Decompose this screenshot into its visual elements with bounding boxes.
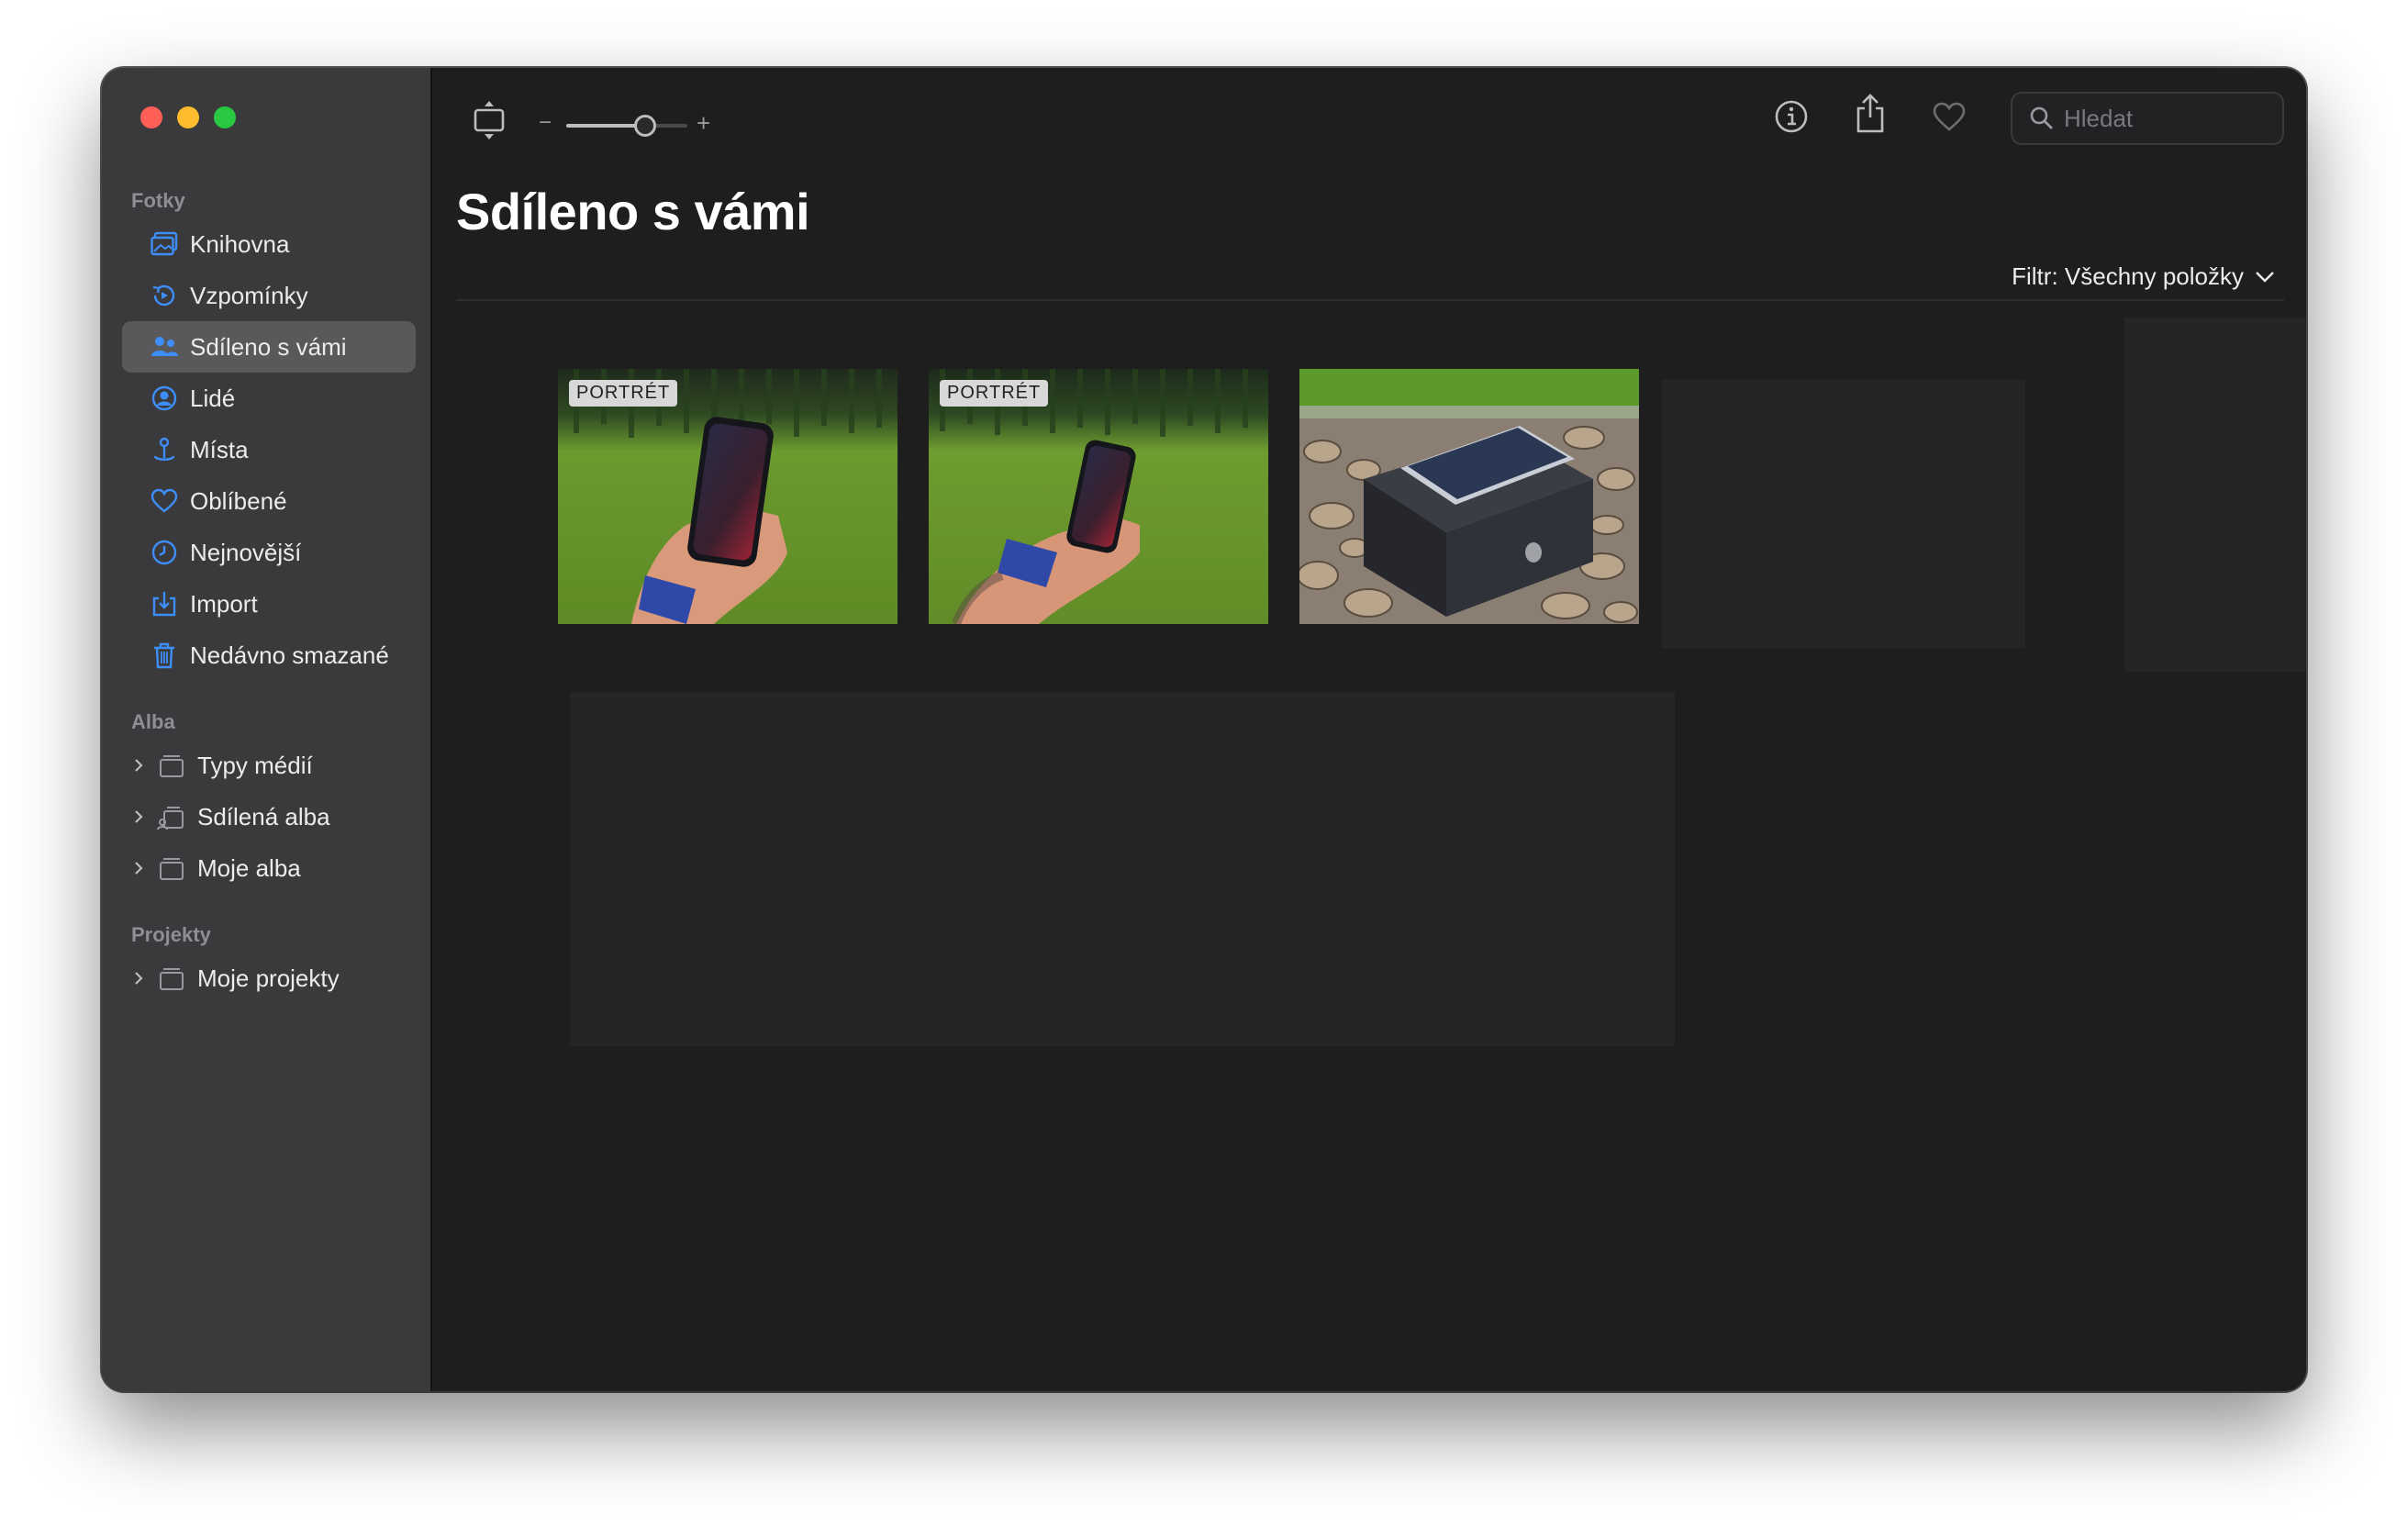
shared-people-icon	[150, 332, 179, 362]
portrait-badge: PORTRÉT	[940, 380, 1049, 407]
chevron-down-icon	[2256, 271, 2274, 283]
sidebar: Fotky Knihovna Vzpomínky Sdíleno s vámi …	[102, 68, 432, 1391]
sidebar-item-library[interactable]: Knihovna	[122, 218, 416, 270]
sidebar-item-recently-deleted[interactable]: Nedávno smazané	[122, 630, 416, 681]
photo-thumbnail[interactable]: PORTRÉT	[558, 369, 897, 624]
window-controls	[140, 106, 236, 128]
main-content: − + Sd	[434, 68, 2306, 1391]
photo-thumbnail[interactable]	[1299, 369, 1639, 624]
sidebar-item-favorites[interactable]: Oblíbené	[122, 475, 416, 527]
shared-album-icon	[157, 807, 184, 830]
sidebar-item-label: Lidé	[190, 384, 236, 412]
photo-thumbnail[interactable]: PORTRÉT	[929, 369, 1268, 624]
sidebar-item-label: Nejnovější	[190, 538, 302, 566]
share-icon[interactable]	[1855, 94, 1886, 134]
loading-placeholder	[570, 692, 1675, 1046]
loading-placeholder	[2124, 318, 2306, 672]
sidebar-item-label: Místa	[190, 435, 249, 463]
header-divider	[456, 299, 2284, 301]
sidebar-item-label: Oblíbené	[190, 486, 287, 515]
chevron-right-icon[interactable]	[129, 756, 148, 775]
sidebar-item-label: Vzpomínky	[190, 281, 308, 309]
section-label-albums: Alba	[131, 710, 175, 733]
minimize-button[interactable]	[177, 106, 199, 128]
sidebar-item-memories[interactable]: Vzpomínky	[122, 270, 416, 321]
zoom-button[interactable]	[214, 106, 236, 128]
sidebar-item-people[interactable]: Lidé	[122, 373, 416, 424]
sidebar-item-shared-albums[interactable]: Sdílená alba	[122, 791, 416, 842]
chevron-right-icon[interactable]	[129, 808, 148, 826]
close-button[interactable]	[140, 106, 162, 128]
sidebar-item-label: Moje projekty	[197, 964, 340, 992]
sidebar-item-label: Sdíleno s vámi	[190, 332, 347, 361]
sidebar-item-recents[interactable]: Nejnovější	[122, 527, 416, 578]
sidebar-item-label: Nedávno smazané	[190, 641, 389, 669]
sidebar-item-media-types[interactable]: Typy médií	[122, 740, 416, 791]
section-label-photos: Fotky	[131, 189, 185, 212]
page-title: Sdíleno s vámi	[456, 183, 810, 240]
favorite-heart-icon[interactable]	[1932, 101, 1967, 132]
zoom-slider-fill	[566, 124, 645, 128]
sidebar-item-label: Sdílená alba	[197, 802, 330, 830]
photo-library-icon	[150, 229, 179, 259]
sidebar-item-label: Knihovna	[190, 229, 290, 258]
portrait-badge: PORTRÉT	[569, 380, 678, 407]
map-pin-icon	[150, 435, 179, 464]
zoom-slider-knob[interactable]	[633, 115, 656, 137]
sidebar-item-my-albums[interactable]: Moje alba	[122, 842, 416, 894]
heart-icon	[150, 486, 179, 516]
sidebar-item-places[interactable]: Místa	[122, 424, 416, 475]
photo-phone-in-hand-image	[558, 369, 897, 624]
person-icon	[150, 384, 179, 413]
sidebar-item-import[interactable]: Import	[122, 578, 416, 630]
sidebar-item-label: Import	[190, 589, 258, 618]
zoom-slider[interactable]: − +	[539, 109, 713, 139]
filter-label: Filtr: Všechny položky	[2012, 262, 2244, 290]
zoom-out-label[interactable]: −	[539, 110, 552, 136]
album-stack-icon	[160, 858, 184, 880]
sidebar-item-label: Typy médií	[197, 751, 313, 779]
clock-icon	[150, 538, 179, 567]
filter-dropdown[interactable]: Filtr: Všechny položky	[2012, 262, 2275, 291]
sidebar-item-label: Moje alba	[197, 853, 301, 882]
project-stack-icon	[160, 968, 184, 990]
search-input[interactable]	[2064, 104, 2266, 133]
album-stack-icon	[160, 755, 184, 777]
sidebar-item-my-projects[interactable]: Moje projekty	[122, 953, 416, 1004]
search-icon	[2030, 106, 2053, 129]
loading-placeholder	[1662, 380, 2025, 648]
zoom-in-label[interactable]: +	[697, 109, 710, 138]
chevron-right-icon[interactable]	[129, 969, 148, 987]
info-icon[interactable]	[1774, 99, 1809, 134]
section-label-projects: Projekty	[131, 923, 211, 946]
chevron-right-icon[interactable]	[129, 859, 148, 877]
fit-to-window-icon[interactable]	[473, 99, 506, 141]
search-field[interactable]	[2011, 92, 2284, 145]
photos-window: Fotky Knihovna Vzpomínky Sdíleno s vámi …	[102, 68, 2306, 1391]
photo-phone-in-hand-image	[929, 369, 1268, 624]
photo-phone-on-box-image	[1299, 369, 1639, 624]
trash-icon	[150, 641, 179, 670]
sidebar-item-shared-with-you[interactable]: Sdíleno s vámi	[122, 321, 416, 373]
memories-icon	[150, 281, 179, 310]
import-icon	[150, 589, 179, 619]
